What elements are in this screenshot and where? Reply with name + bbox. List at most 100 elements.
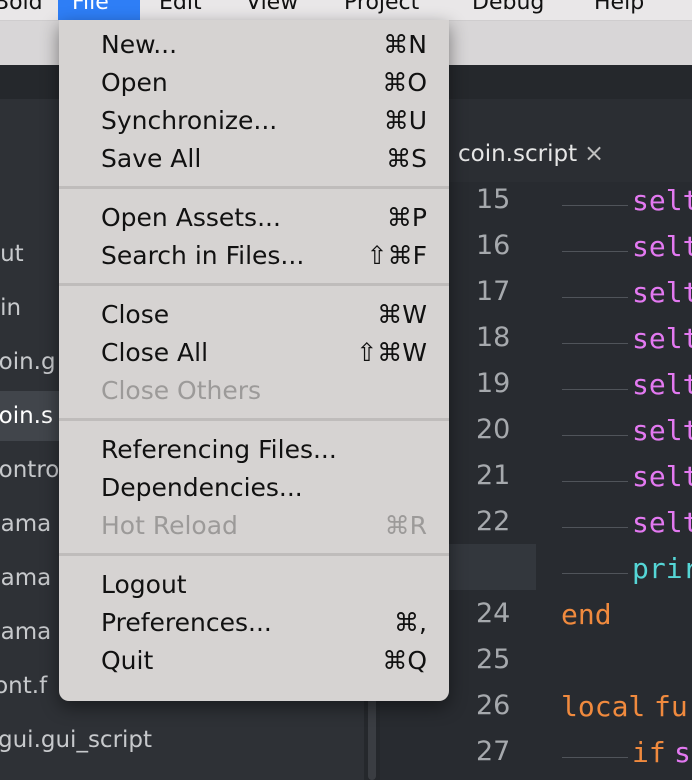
- sidebar-item[interactable]: gui.gui_script: [0, 715, 364, 765]
- code-token: selt: [632, 184, 692, 217]
- line-number: 17: [476, 276, 511, 307]
- code-token: local: [561, 690, 646, 723]
- menu-item-quit[interactable]: Quit ⌘Q: [59, 642, 449, 680]
- shortcut-label: ⌘R: [384, 511, 427, 540]
- menu-item-preferences[interactable]: Preferences... ⌘,: [59, 604, 449, 642]
- line-number: 26: [476, 690, 511, 721]
- menu-bar: Bold File Edit View Project Debug Help: [0, 0, 692, 21]
- line-number: 16: [476, 230, 511, 261]
- shortcut-label: ⌘S: [386, 144, 427, 173]
- tab-coin-script[interactable]: coin.script ×: [450, 119, 610, 181]
- sidebar-item-label: coin.g: [0, 349, 56, 375]
- menu-item-logout[interactable]: Logout: [59, 566, 449, 604]
- indent-guide: [562, 757, 628, 758]
- line-number: 18: [476, 322, 511, 353]
- code-token: fu: [654, 690, 688, 723]
- code-token: prir: [632, 552, 692, 585]
- menubar-app[interactable]: Bold: [0, 0, 57, 20]
- code-token: selt: [632, 322, 692, 355]
- menubar-file[interactable]: File: [58, 0, 140, 20]
- menubar-help[interactable]: Help: [580, 0, 658, 20]
- menu-item-label: Open: [101, 68, 168, 97]
- tab-label: coin.script: [458, 141, 578, 167]
- menu-item-label: Close All: [101, 338, 209, 367]
- code-token: s: [674, 736, 691, 769]
- sidebar-item-label: g: [0, 177, 1, 227]
- menu-item-label: Search in Files...: [101, 241, 305, 270]
- code-token: selt: [632, 506, 692, 539]
- line-number: 21: [476, 460, 511, 491]
- sidebar-item-label: out: [0, 241, 24, 267]
- indent-guide: [562, 435, 628, 436]
- menu-separator: [59, 186, 449, 189]
- file-menu: New... ⌘N Open ⌘O Synchronize... ⌘U Save All ⌘S…: [59, 20, 449, 701]
- menu-item-label: Open Assets...: [101, 203, 281, 232]
- code-token: selt: [632, 460, 692, 493]
- menu-item-open-assets[interactable]: Open Assets... ⌘P: [59, 199, 449, 237]
- indent-guide: [562, 251, 628, 252]
- line-number: 25: [476, 644, 511, 675]
- indent-guide: [562, 481, 628, 482]
- menu-item-dependencies[interactable]: Dependencies...: [59, 469, 449, 507]
- line-number: 22: [476, 506, 511, 537]
- menu-item-close[interactable]: Close ⌘W: [59, 296, 449, 334]
- shortcut-label: ⇧⌘W: [356, 338, 427, 367]
- line-number: 15: [476, 184, 511, 215]
- menu-item-label: Hot Reload: [101, 511, 238, 540]
- menu-separator: [59, 553, 449, 556]
- shortcut-label: ⌘U: [383, 106, 427, 135]
- menu-item-referencing-files[interactable]: Referencing Files...: [59, 431, 449, 469]
- sidebar-item-label: dama: [0, 619, 52, 645]
- menu-item-label: Quit: [101, 646, 154, 675]
- indent-guide: [562, 389, 628, 390]
- menu-item-search-in-files[interactable]: Search in Files... ⇧⌘F: [59, 237, 449, 275]
- code-token: selt: [632, 414, 692, 447]
- menubar-project[interactable]: Project: [330, 0, 433, 20]
- menu-item-label: Preferences...: [101, 608, 272, 637]
- shortcut-label: ⌘Q: [382, 646, 427, 675]
- indent-guide: [562, 527, 628, 528]
- line-number: 20: [476, 414, 511, 445]
- line-number: 24: [476, 598, 511, 629]
- line-number: 27: [476, 736, 511, 767]
- menu-item-close-others: Close Others: [59, 372, 449, 410]
- menu-item-close-all[interactable]: Close All ⇧⌘W: [59, 334, 449, 372]
- menu-item-hot-reload: Hot Reload ⌘R: [59, 507, 449, 545]
- sidebar-item-label: font.f: [0, 673, 48, 699]
- shortcut-label: ⌘N: [383, 30, 427, 59]
- indent-guide: [562, 297, 628, 298]
- sidebar-item-label: dama: [0, 511, 52, 537]
- menu-item-label: Close: [101, 300, 170, 329]
- indent-guide: [562, 205, 628, 206]
- code-token: end: [561, 598, 612, 631]
- code-token: selt: [632, 368, 692, 401]
- menu-item-label: Synchronize...: [101, 106, 278, 135]
- menu-item-open[interactable]: Open ⌘O: [59, 64, 449, 102]
- code-token: selt: [632, 230, 692, 263]
- menu-item-synchronize[interactable]: Synchronize... ⌘U: [59, 102, 449, 140]
- menubar-edit[interactable]: Edit: [145, 0, 216, 20]
- shortcut-label: ⌘,: [394, 608, 427, 637]
- sidebar-item-label: gui.gui_script: [0, 727, 153, 753]
- menu-item-label: Save All: [101, 144, 202, 173]
- menu-item-save-all[interactable]: Save All ⌘S: [59, 140, 449, 178]
- shortcut-label: ⌘P: [386, 203, 427, 232]
- menu-item-label: Dependencies...: [101, 473, 303, 502]
- menu-item-label: Logout: [101, 570, 187, 599]
- menu-separator: [59, 283, 449, 286]
- shortcut-label: ⌘O: [382, 68, 427, 97]
- code-token: selt: [632, 276, 692, 309]
- menu-item-label: Referencing Files...: [101, 435, 337, 464]
- shortcut-label: ⌘W: [377, 300, 427, 329]
- sidebar-item-label: dama: [0, 565, 52, 591]
- menu-item-label: Close Others: [101, 376, 262, 405]
- close-icon[interactable]: ×: [584, 139, 604, 167]
- line-number: 19: [476, 368, 511, 399]
- menu-item-new[interactable]: New... ⌘N: [59, 26, 449, 64]
- menubar-debug[interactable]: Debug: [458, 0, 558, 20]
- code-token: if: [632, 736, 666, 769]
- shortcut-label: ⇧⌘F: [366, 241, 427, 270]
- active-line-highlight: [440, 544, 536, 590]
- menubar-view[interactable]: View: [232, 0, 312, 20]
- menu-separator: [59, 418, 449, 421]
